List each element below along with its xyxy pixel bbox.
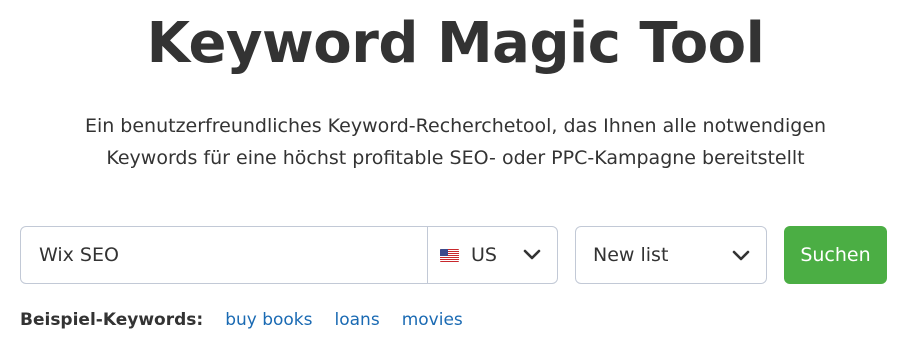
- chevron-down-icon: [732, 248, 750, 262]
- page-subtitle: Ein benutzerfreundliches Keyword-Recherc…: [40, 110, 871, 174]
- example-keywords: Beispiel-Keywords: buy books loans movie…: [20, 306, 485, 334]
- example-keyword-link[interactable]: movies: [402, 310, 463, 330]
- page-title: Keyword Magic Tool: [146, 11, 765, 76]
- example-keyword-link[interactable]: buy books: [225, 310, 312, 330]
- chevron-down-icon: [523, 247, 541, 261]
- list-label: New list: [593, 244, 669, 266]
- keyword-input[interactable]: [21, 227, 427, 283]
- subtitle-line-2: Keywords für eine höchst profitable SEO-…: [106, 147, 805, 169]
- us-flag-icon: [440, 248, 459, 262]
- search-button[interactable]: Suchen: [784, 226, 887, 284]
- database-select[interactable]: US: [427, 227, 557, 283]
- example-keyword-link[interactable]: loans: [335, 310, 380, 330]
- database-label: US: [471, 244, 497, 266]
- search-row: US New list Suchen: [20, 226, 887, 284]
- example-keywords-label: Beispiel-Keywords:: [20, 310, 204, 330]
- keyword-search-box: US: [20, 226, 558, 284]
- subtitle-line-1: Ein benutzerfreundliches Keyword-Recherc…: [84, 115, 827, 137]
- list-select[interactable]: New list: [575, 226, 767, 284]
